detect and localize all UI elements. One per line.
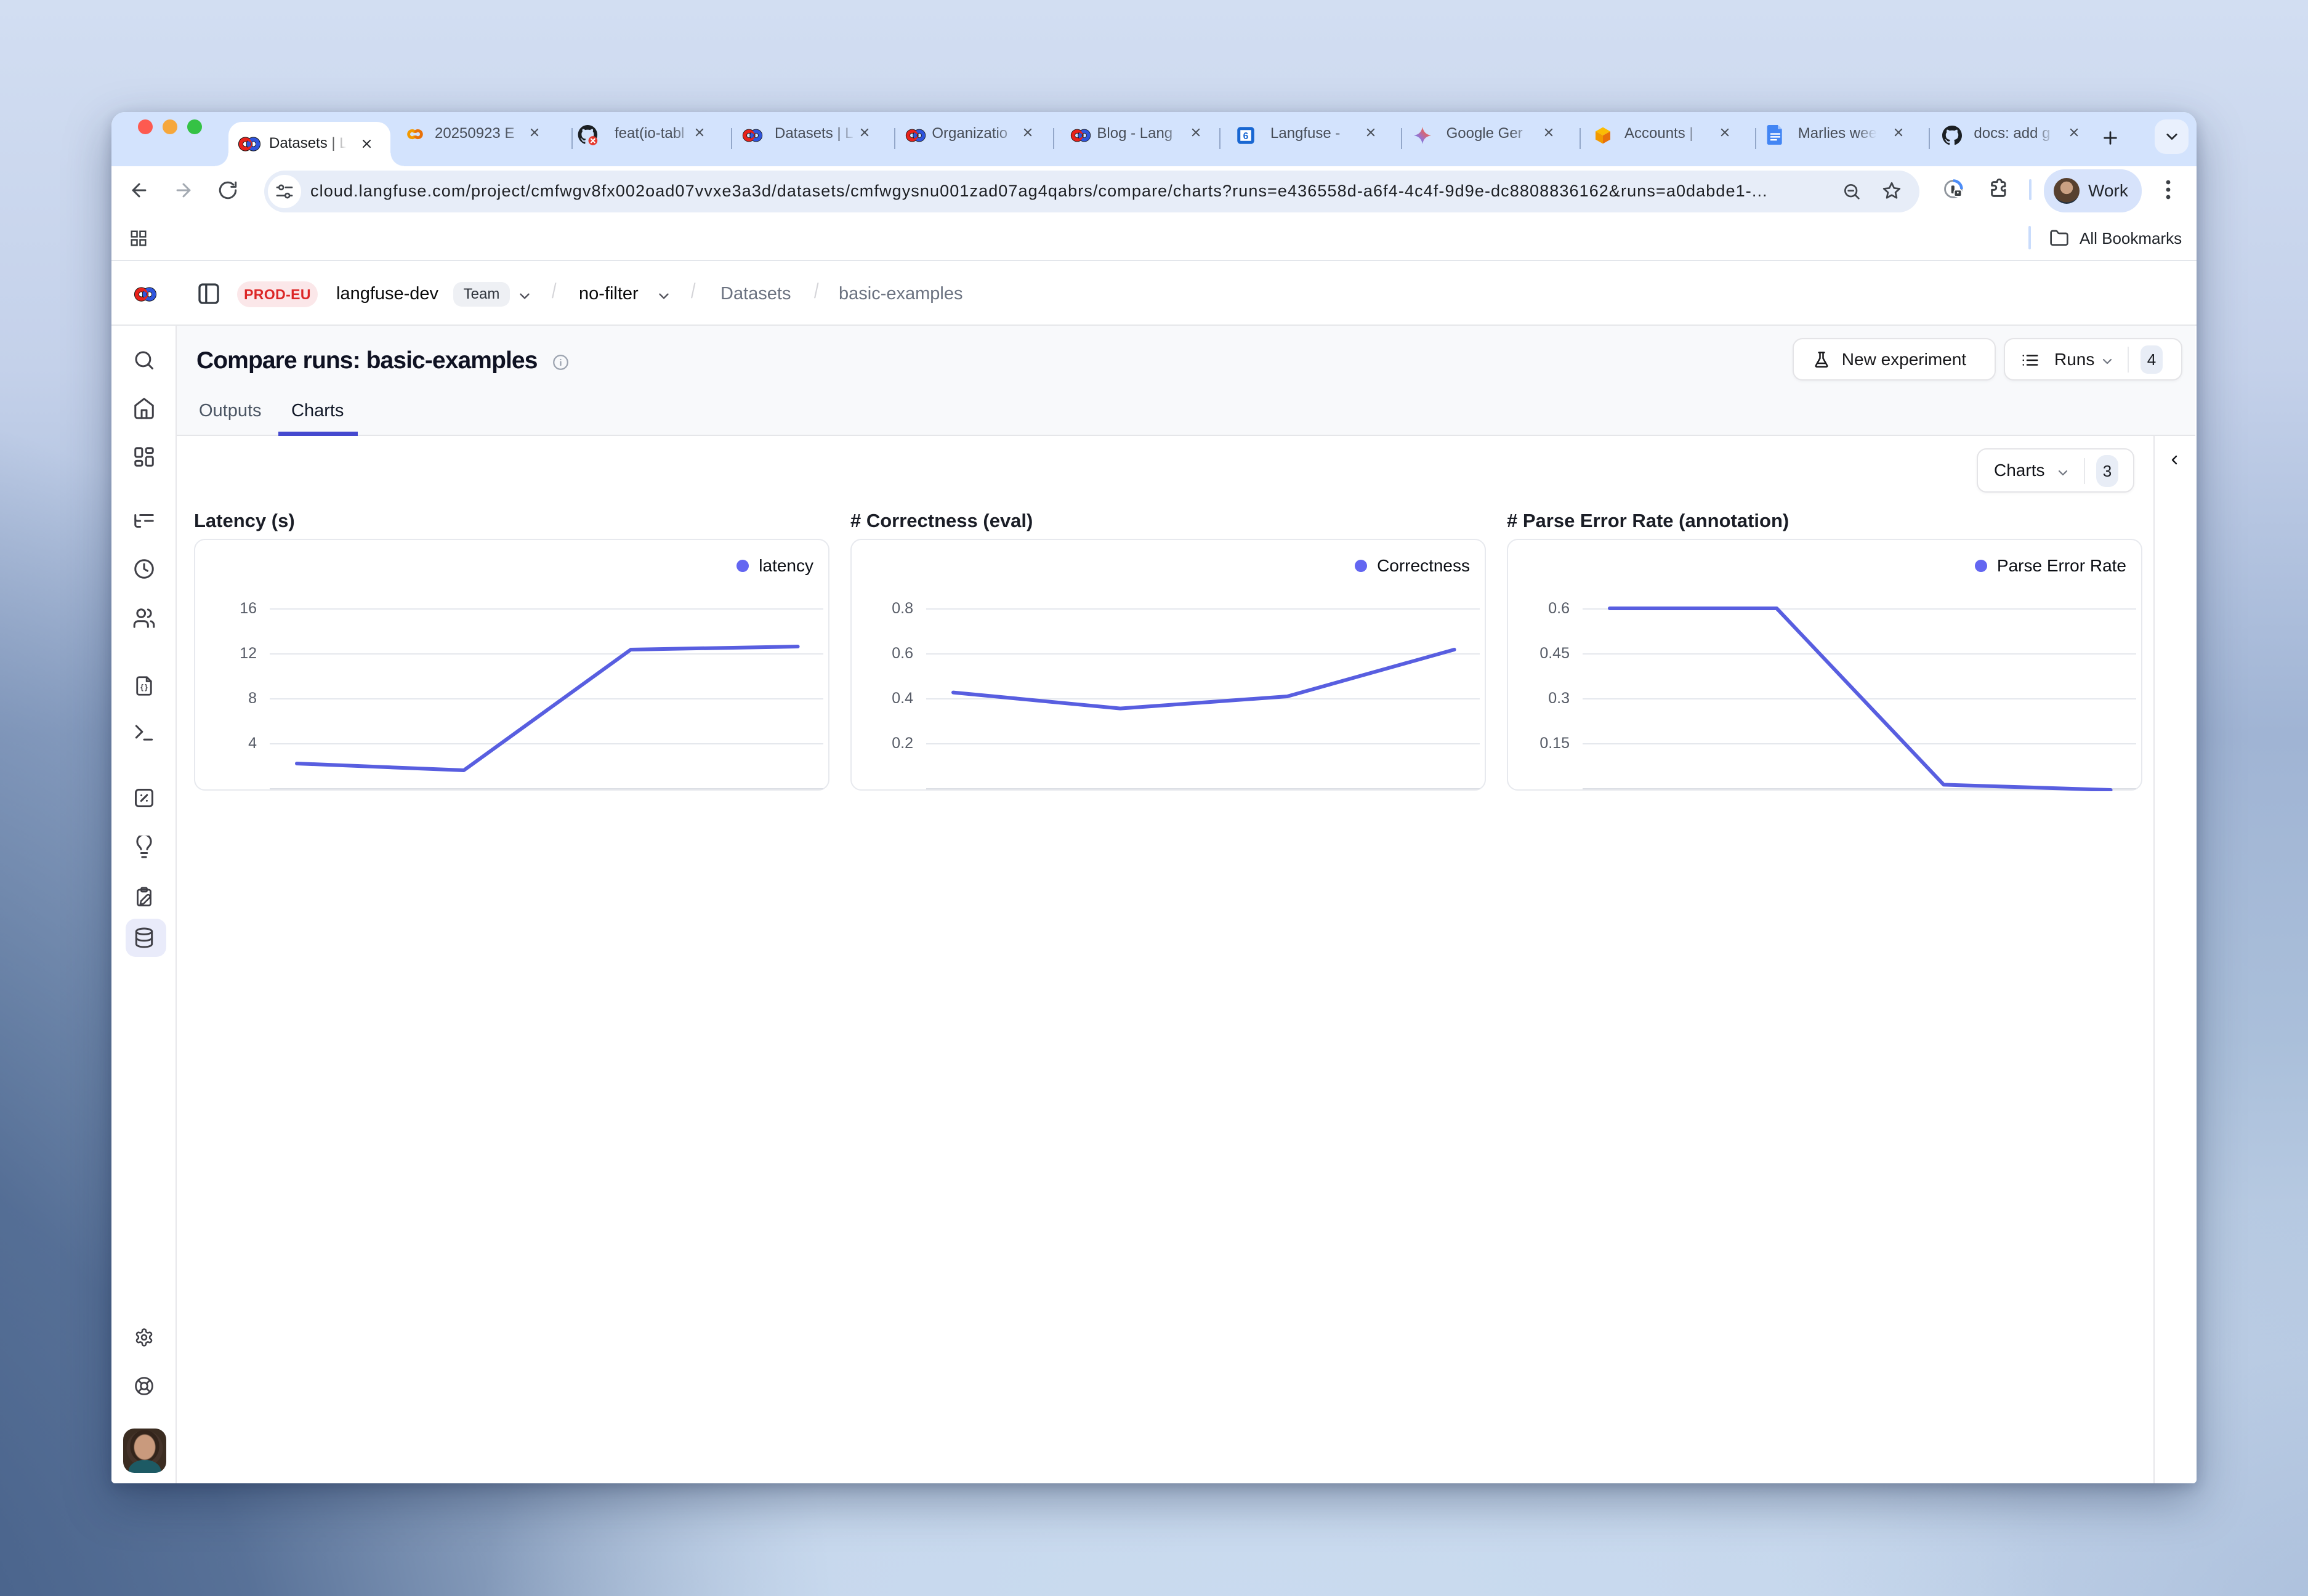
svg-text:6: 6: [1243, 131, 1249, 142]
svg-text:}: }: [145, 683, 148, 691]
svg-text:{: {: [140, 683, 143, 691]
